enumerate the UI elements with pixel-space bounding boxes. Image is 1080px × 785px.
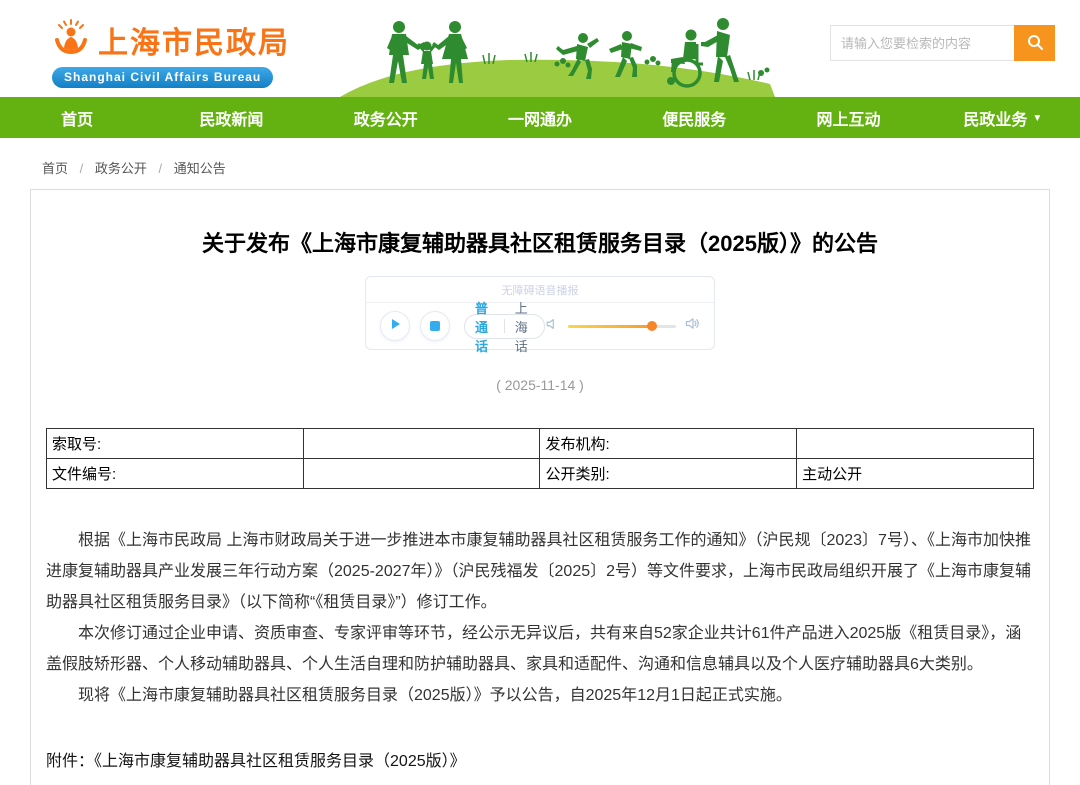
lang-mandarin-option[interactable]: 普通话	[465, 298, 504, 355]
breadcrumb-home[interactable]: 首页	[42, 161, 68, 176]
site-subtitle: Shanghai Civil Affairs Bureau	[52, 67, 273, 88]
breadcrumb-separator: /	[159, 161, 163, 176]
nav-item-online-interaction[interactable]: 网上互动	[771, 97, 925, 138]
table-row: 文件编号: 公开类别: 主动公开	[47, 459, 1034, 489]
search-button[interactable]	[1014, 25, 1055, 61]
volume-control	[545, 316, 700, 336]
article-container: 关于发布《上海市康复辅助器具社区租赁服务目录（2025版）》的公告 无障碍语音播…	[30, 189, 1050, 785]
table-row: 索取号: 发布机构:	[47, 429, 1034, 459]
breadcrumb-gov-disclosure[interactable]: 政务公开	[95, 161, 147, 176]
meta-value-issuing-agency	[797, 429, 1034, 459]
attachment-link[interactable]: 《上海市康复辅助器具社区租赁服务目录（2025版）》	[94, 753, 466, 770]
nav-item-news[interactable]: 民政新闻	[154, 97, 308, 138]
volume-slider-handle[interactable]	[647, 321, 657, 331]
family-illustration	[335, 2, 775, 102]
meta-label-document-number: 文件编号:	[47, 459, 304, 489]
volume-high-icon	[685, 316, 700, 336]
volume-slider[interactable]	[568, 325, 676, 328]
stop-icon	[430, 321, 440, 331]
nav-item-civil-affairs-business[interactable]: 民政业务 ▼	[926, 97, 1080, 138]
paragraph: 本次修订通过企业申请、资质审查、专家评审等环节，经公示无异议后，共有来自52家企…	[46, 618, 1034, 680]
meta-label-issuing-agency: 发布机构:	[540, 429, 797, 459]
play-icon	[389, 317, 401, 335]
breadcrumb-current: 通知公告	[174, 161, 226, 176]
meta-label-disclosure-category: 公开类别:	[540, 459, 797, 489]
attachment-label: 附件：	[46, 753, 94, 770]
meta-label-index-number: 索取号:	[47, 429, 304, 459]
nav-item-gov-disclosure[interactable]: 政务公开	[309, 97, 463, 138]
attachment-row: 附件：《上海市康复辅助器具社区租赁服务目录（2025版）》	[46, 747, 1034, 771]
language-switcher: 普通话 上海话	[464, 314, 545, 339]
civil-affairs-logo-icon	[50, 16, 92, 63]
breadcrumb-separator: /	[80, 161, 84, 176]
chevron-down-icon: ▼	[1032, 113, 1042, 124]
site-title: 上海市民政局	[98, 18, 290, 62]
paragraph: 根据《上海市民政局 上海市财政局关于进一步推进本市康复辅助器具社区租赁服务工作的…	[46, 525, 1034, 618]
play-button[interactable]	[380, 311, 410, 341]
site-search	[830, 25, 1055, 61]
nav-item-home[interactable]: 首页	[0, 97, 154, 138]
audio-player: 无障碍语音播报 普通话 上海话	[365, 276, 715, 350]
paragraph: 现将《上海市康复辅助器具社区租赁服务目录（2025版）》予以公告，自2025年1…	[46, 680, 1034, 711]
meta-value-disclosure-category: 主动公开	[797, 459, 1034, 489]
search-icon	[1026, 33, 1044, 54]
main-nav: 首页 民政新闻 政务公开 一网通办 便民服务 网上互动 民政业务 ▼	[0, 97, 1080, 138]
publish-date: ( 2025-11-14 )	[46, 377, 1034, 393]
stop-button[interactable]	[420, 311, 450, 341]
volume-low-icon	[545, 317, 559, 336]
article-body: 根据《上海市民政局 上海市财政局关于进一步推进本市康复辅助器具社区租赁服务工作的…	[46, 525, 1034, 711]
document-meta-table: 索取号: 发布机构: 文件编号: 公开类别: 主动公开	[46, 428, 1034, 489]
site-logo[interactable]: 上海市民政局 Shanghai Civil Affairs Bureau	[50, 16, 290, 88]
nav-item-one-network[interactable]: 一网通办	[463, 97, 617, 138]
meta-value-document-number	[303, 459, 540, 489]
site-header: 上海市民政局 Shanghai Civil Affairs Bureau	[0, 0, 1080, 97]
nav-item-convenience-services[interactable]: 便民服务	[617, 97, 771, 138]
search-input[interactable]	[830, 25, 1014, 61]
article-title: 关于发布《上海市康复辅助器具社区租赁服务目录（2025版）》的公告	[46, 226, 1034, 258]
lang-shanghainese-option[interactable]: 上海话	[505, 298, 544, 355]
meta-value-index-number	[303, 429, 540, 459]
breadcrumb: 首页 / 政务公开 / 通知公告	[42, 158, 1080, 177]
